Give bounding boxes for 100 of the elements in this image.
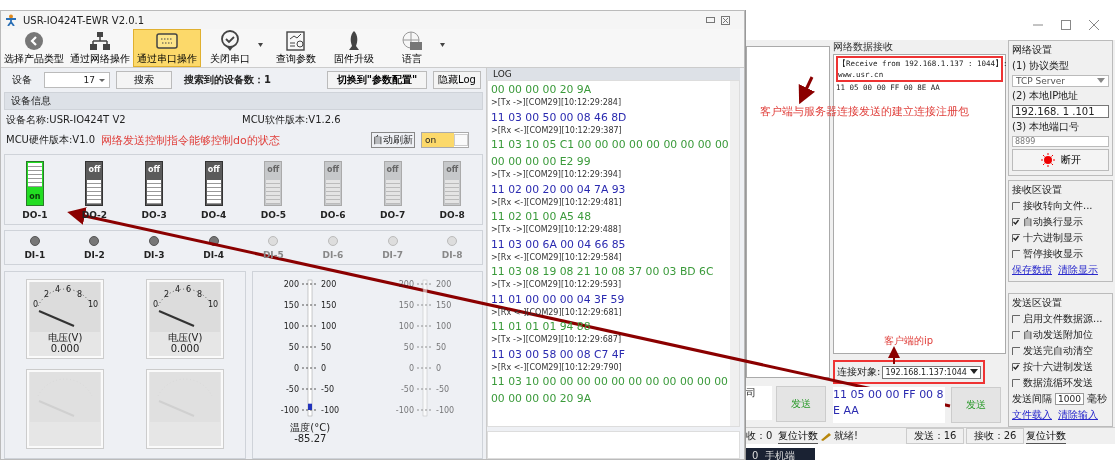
scale-label: -100 (281, 406, 300, 415)
disconnect-button[interactable]: 断开 (1012, 149, 1109, 171)
mcu-software-version: MCU软件版本:V1.2.6 (242, 113, 341, 127)
checkbox[interactable] (1012, 315, 1020, 323)
checkbox-label: 自动换行显示 (1023, 215, 1083, 229)
output-label: DO-5 (260, 210, 286, 220)
check-circle-icon (218, 30, 242, 52)
checkbox[interactable] (1012, 331, 1020, 339)
toolbar-button[interactable]: 固件升级 (325, 29, 383, 67)
log-data: 11 02 01 00 A5 48 (491, 209, 592, 225)
status-text: 就绪! (834, 429, 859, 443)
log-header: >[Tx ->][COM29][10:12:29:593] (491, 280, 622, 291)
toolbar-button[interactable]: 通过串口操作 (133, 29, 201, 67)
restore-icon[interactable] (706, 17, 715, 23)
output-label: DO-3 (141, 210, 167, 220)
search-button[interactable]: 搜索 (116, 71, 172, 89)
dropdown-icon[interactable] (440, 43, 445, 47)
input-label: DI-1 (24, 250, 46, 260)
gauge-needle (38, 310, 75, 327)
network-icon (88, 30, 112, 52)
hide-log-button[interactable]: 隐藏Log (433, 71, 481, 89)
dial-number: 6 (186, 285, 192, 294)
log-header: >[Tx ->][COM29][10:12:29:284] (491, 98, 622, 109)
output-switch[interactable]: off (145, 161, 164, 206)
log-header: >[Rx <-][COM29][10:12:29:790] (491, 362, 622, 373)
temperature-value: -85.27 (294, 433, 327, 444)
protocol-dropdown[interactable]: TCP Server (1012, 75, 1109, 87)
dial-number: 10 (208, 300, 219, 309)
dial-number: 2 (164, 290, 170, 299)
toolbar-button[interactable]: 关闭串口 (201, 29, 259, 67)
indicator-light-icon (1040, 153, 1055, 167)
switch-mode-button[interactable]: 切换到"参数配置" (327, 71, 427, 89)
scale-label: 100 (398, 322, 414, 331)
scale-label: -100 (321, 406, 340, 415)
scale-label: 50 (403, 343, 414, 352)
protocol-label: (1) 协议类型 (1012, 59, 1071, 73)
log-data: 11 03 00 6A 00 04 66 85 (491, 236, 626, 253)
checkbox[interactable] (1012, 347, 1020, 355)
dropdown-icon[interactable] (258, 43, 263, 47)
serial-port-icon (155, 30, 179, 52)
scale-label: -100 (435, 406, 454, 415)
link[interactable]: 保存数据 (1012, 263, 1052, 277)
send-text-field[interactable]: 11 05 00 00 FF 00 8E AA (833, 387, 945, 423)
toolbar-button[interactable]: 选择产品类型 (1, 29, 67, 67)
auto-refresh-toggle[interactable]: on (421, 132, 469, 148)
link[interactable]: 文件载入 (1012, 408, 1052, 422)
scale-label: -50 (400, 385, 414, 394)
scale-label: 150 (435, 301, 452, 310)
scale-label: 150 (398, 301, 414, 310)
status-text: 发送：16 (906, 428, 964, 444)
close-icon[interactable] (721, 15, 730, 25)
pencil-icon (820, 431, 832, 441)
toolbar-button[interactable]: 通过网络操作 (67, 29, 133, 67)
scale-label: -50 (435, 385, 449, 394)
maximize-icon[interactable] (1061, 20, 1071, 30)
reset-count-button[interactable]: 复位计数 (778, 428, 818, 444)
checkbox-label: 暂停接收显示 (1023, 247, 1083, 261)
arrow (798, 76, 815, 105)
checkbox[interactable] (1012, 250, 1020, 258)
close-icon[interactable] (1089, 20, 1099, 30)
log-data: 11 03 10 00 00 00 00 00 00 00 00 00 00 00 (491, 374, 728, 390)
annotation-text: 网络发送控制指令能够控制do的状态 (101, 132, 280, 148)
log-header: >[Tx ->][COM29][10:12:29:687] (491, 335, 622, 346)
section-header: 网络数据接收 (833, 40, 894, 54)
checkbox-label: 数据流循环发送 (1023, 376, 1093, 390)
interval-field[interactable]: 1000 (1055, 393, 1084, 405)
checkbox[interactable] (1012, 234, 1020, 242)
text-field[interactable]: 司 (746, 386, 772, 420)
toolbar-button[interactable]: 查询参数 (267, 29, 325, 67)
log-data: 00 00 00 00 20 9A (491, 391, 592, 407)
scale-label: 200 (435, 280, 452, 289)
scale-label: 150 (283, 301, 300, 310)
checkbox[interactable] (1012, 202, 1020, 210)
log-data: 00 00 00 00 20 9A (491, 82, 592, 98)
checkbox[interactable] (1012, 218, 1020, 226)
scale-label: 50 (321, 343, 332, 352)
input-label: DI-3 (143, 250, 165, 260)
taskbar-item[interactable]: 0 手机端 (746, 448, 815, 460)
scrollbar[interactable] (730, 81, 739, 426)
output-switch[interactable]: on (25, 161, 44, 206)
toolbar-button[interactable]: 语言 (383, 29, 441, 67)
output-switch[interactable]: off (204, 161, 223, 206)
group-title: 发送区设置 (1012, 296, 1063, 310)
scale-label: 0 (321, 364, 327, 373)
reset-count-button[interactable]: 复位计数 (1026, 428, 1066, 444)
connect-target-dropdown[interactable]: 192.168.1.137:1044 (882, 365, 981, 379)
device-dropdown[interactable]: 17 (44, 72, 110, 88)
connect-target-label: 连接对象: (837, 365, 881, 379)
log-input-field[interactable] (487, 431, 740, 459)
link[interactable]: 清除输入 (1058, 408, 1098, 422)
dial-number: 0 (33, 300, 39, 309)
checkbox-label: 接收转向文件... (1023, 199, 1093, 213)
link[interactable]: 清除显示 (1058, 263, 1098, 277)
ip-field[interactable]: 192.168. 1 .101 (1012, 105, 1109, 118)
port-field[interactable]: 8899 (1012, 136, 1109, 147)
checkbox[interactable] (1012, 363, 1020, 371)
dropdown-icon[interactable] (969, 369, 978, 375)
scale-label: 0 (294, 364, 300, 373)
checkbox[interactable] (1012, 379, 1020, 387)
output-switch[interactable]: off (85, 161, 104, 206)
